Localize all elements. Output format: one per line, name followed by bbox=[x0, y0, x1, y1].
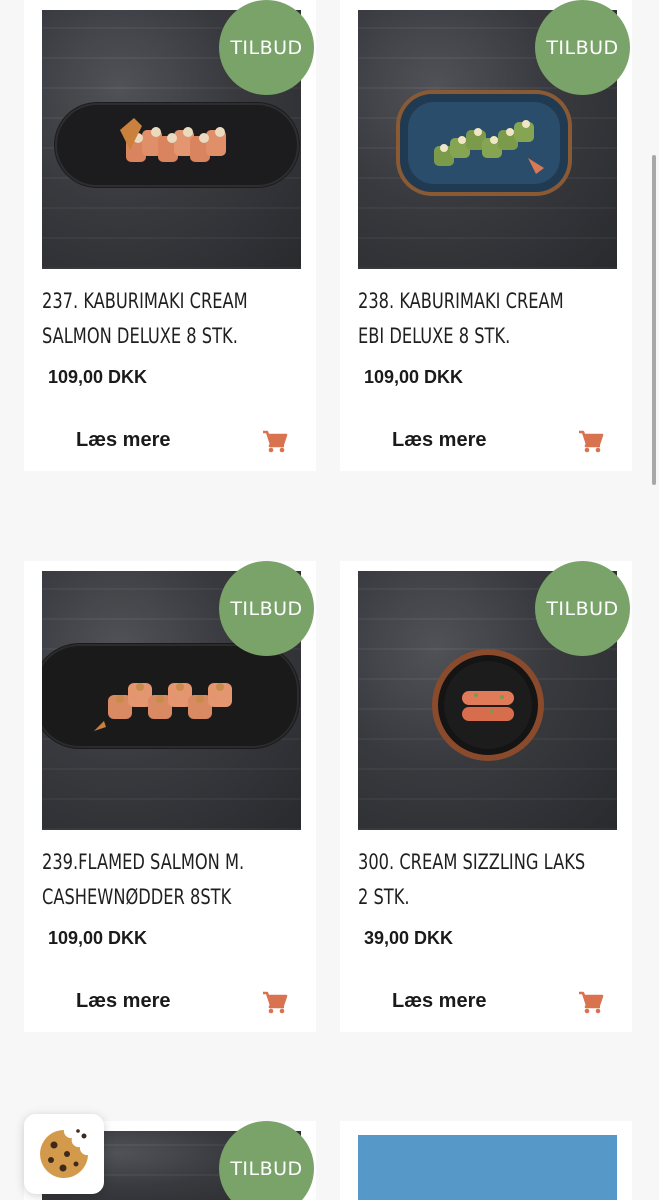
product-price: 109,00 DKK bbox=[364, 367, 464, 387]
product-title[interactable]: 300. CREAM SIZZLING LAKS 2 STK. bbox=[358, 845, 616, 915]
read-more-link[interactable]: Læs mere bbox=[76, 429, 171, 452]
cart-icon[interactable] bbox=[262, 430, 288, 454]
product-title[interactable]: 238. KABURIMAKI CREAM EBI DELUXE 8 STK. bbox=[358, 284, 616, 354]
product-title-line: EBI DELUXE 8 STK. bbox=[358, 324, 511, 348]
cart-icon[interactable] bbox=[262, 991, 288, 1015]
offer-badge: TILBUD bbox=[535, 561, 630, 656]
cookie-settings-button[interactable] bbox=[24, 1114, 104, 1194]
product-title-line: 2 STK. bbox=[358, 885, 410, 909]
product-title-line: SALMON DELUXE 8 STK. bbox=[42, 324, 238, 348]
product-title-line: 239.FLAMED SALMON M. bbox=[42, 850, 245, 874]
cart-icon[interactable] bbox=[578, 991, 604, 1015]
product-price: 109,00 DKK bbox=[48, 367, 148, 387]
product-card: TILBUD 238. KABURIMAKI CREAM EBI DELUXE … bbox=[340, 0, 632, 471]
offer-badge: TILBUD bbox=[219, 0, 314, 95]
cart-icon[interactable] bbox=[578, 430, 604, 454]
product-card: TILBUD 300. CREAM SIZZLING LAKS 2 STK. 3… bbox=[340, 561, 632, 1032]
product-title-line: 300. CREAM SIZZLING LAKS bbox=[358, 850, 586, 874]
scrollbar[interactable] bbox=[652, 155, 656, 485]
product-title-line: 238. KABURIMAKI CREAM bbox=[358, 289, 564, 313]
product-card bbox=[340, 1121, 632, 1200]
read-more-link[interactable]: Læs mere bbox=[392, 429, 487, 452]
product-title[interactable]: 237. KABURIMAKI CREAM SALMON DELUXE 8 ST… bbox=[42, 284, 300, 354]
offer-badge: TILBUD bbox=[219, 561, 314, 656]
cookie-icon bbox=[40, 1129, 88, 1178]
product-title[interactable]: 239.FLAMED SALMON M. CASHEWNØDDER 8STK bbox=[42, 845, 300, 915]
product-title-line: CASHEWNØDDER 8STK bbox=[42, 885, 232, 909]
product-image[interactable] bbox=[358, 1135, 617, 1200]
product-price: 39,00 DKK bbox=[364, 928, 454, 948]
product-card: TILBUD 237. KABURIMAKI CREAM SALMON DELU… bbox=[24, 0, 316, 471]
read-more-link[interactable]: Læs mere bbox=[392, 990, 487, 1013]
product-title-line: 237. KABURIMAKI CREAM bbox=[42, 289, 248, 313]
offer-badge: TILBUD bbox=[535, 0, 630, 95]
product-card: TILBUD 239.FLAMED SALMON M. CASHEWNØDDER… bbox=[24, 561, 316, 1032]
product-price: 109,00 DKK bbox=[48, 928, 148, 948]
read-more-link[interactable]: Læs mere bbox=[76, 990, 171, 1013]
